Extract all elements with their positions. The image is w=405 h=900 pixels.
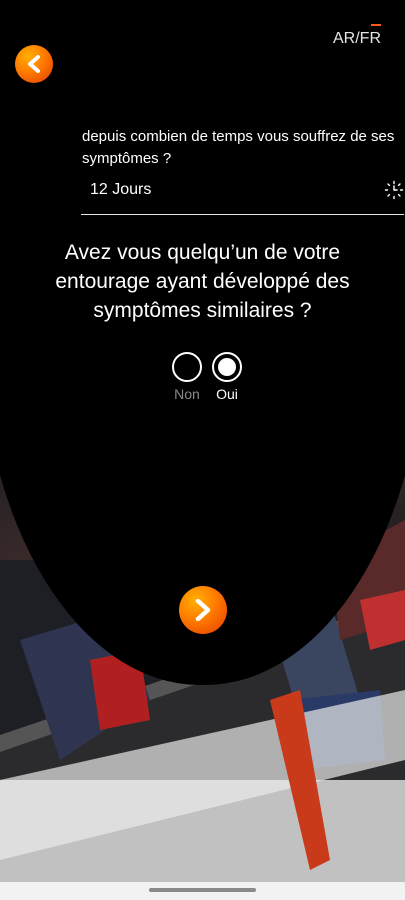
language-switch[interactable]: AR/FR [333, 24, 381, 48]
system-navigation-bar [0, 882, 405, 900]
chevron-left-icon [28, 55, 40, 73]
radio-circle-oui[interactable] [212, 352, 242, 382]
radio-label-oui: Oui [216, 386, 238, 402]
radio-option-non[interactable]: Non [170, 352, 204, 402]
duration-question: depuis combien de temps vous souffrez de… [82, 128, 395, 167]
home-handle[interactable] [149, 888, 256, 892]
contact-radio-group: Non Oui [170, 352, 250, 404]
next-button[interactable] [179, 586, 227, 634]
radio-label-non: Non [174, 386, 200, 402]
language-label: AR/FR [333, 30, 381, 47]
radio-option-oui[interactable]: Oui [210, 352, 244, 402]
radio-circle-non[interactable] [172, 352, 202, 382]
radio-selected-dot [218, 358, 236, 376]
contact-question: Avez vous quelqu’un de votre entourage a… [55, 241, 350, 322]
duration-value: 12 Jours [90, 181, 152, 198]
duration-field[interactable]: 12 Jours [81, 172, 404, 215]
chevron-right-icon [195, 599, 211, 621]
content-panel [0, 0, 405, 685]
language-active-indicator [371, 24, 381, 26]
clock-icon[interactable] [384, 180, 404, 200]
back-button[interactable] [15, 45, 53, 83]
